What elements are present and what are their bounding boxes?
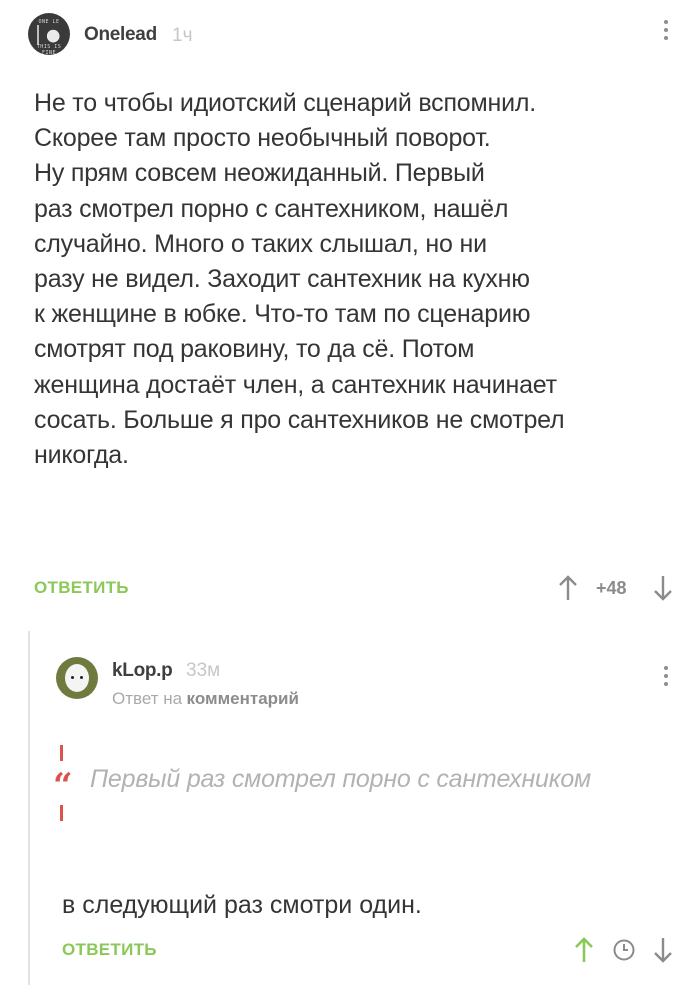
kebab-icon[interactable] bbox=[664, 20, 668, 44]
reply-body: в следующий раз смотри один. bbox=[62, 891, 422, 919]
comment-body-line: случайно. Много о таких слышал, но ни bbox=[34, 229, 487, 258]
comment-author[interactable]: Onelead bbox=[84, 24, 157, 46]
avatar-eye bbox=[71, 676, 74, 679]
comment-body-line: Ну прям совсем неожиданный. Первый bbox=[34, 159, 485, 188]
quote-mark: “ bbox=[53, 766, 73, 806]
comment-body-line: раз смотрел порно с сантехником, нашёл bbox=[34, 194, 509, 223]
reply-to-link[interactable]: комментарий bbox=[187, 689, 299, 708]
arrow-down-icon[interactable] bbox=[653, 936, 673, 964]
reply-to: Ответ на комментарий bbox=[112, 689, 299, 709]
arrow-up-icon[interactable] bbox=[574, 936, 594, 964]
avatar-figure bbox=[37, 25, 39, 45]
reply-time[interactable]: 33м bbox=[186, 660, 220, 682]
comment-body-line: смотрят под раковину, то да сё. Потом bbox=[34, 335, 475, 364]
avatar-caption-top: ONE LE bbox=[38, 19, 60, 25]
comment-body-line: женщина достаёт член, а сантехник начина… bbox=[34, 370, 557, 399]
comment-body-line: никогда. bbox=[34, 441, 129, 470]
comment-time[interactable]: 1ч bbox=[172, 25, 192, 47]
quote-bar-top bbox=[60, 745, 63, 761]
clock-icon[interactable] bbox=[612, 938, 636, 962]
avatar[interactable]: ONE LE THIS IS FINE bbox=[28, 13, 70, 55]
comment-body-line: разу не видел. Заходит сантехник на кухн… bbox=[34, 265, 530, 294]
comment-score: +48 bbox=[596, 578, 627, 598]
avatar[interactable] bbox=[56, 657, 98, 699]
avatar-caption-bottom: THIS IS FINE bbox=[36, 44, 62, 55]
avatar-eye bbox=[80, 676, 83, 679]
comment-body-line: к женщине в юбке. Что-то там по сценарию bbox=[34, 300, 531, 329]
reply-author[interactable]: kLop.p bbox=[112, 660, 173, 682]
thread-line[interactable] bbox=[28, 631, 30, 985]
comment-body-line: Не то чтобы идиотский сценарий вспомнил. bbox=[34, 89, 536, 117]
quote-bar-bottom bbox=[60, 805, 63, 821]
quote-text: Первый раз смотрел порно с сантехником bbox=[90, 765, 591, 793]
arrow-down-icon[interactable] bbox=[653, 574, 673, 602]
reply-to-prefix: Ответ на bbox=[112, 689, 183, 708]
kebab-icon[interactable] bbox=[664, 666, 668, 690]
reply-button[interactable]: ОТВЕТИТЬ bbox=[34, 578, 129, 598]
comment-body: Не то чтобы идиотский сценарий вспомнил.… bbox=[34, 86, 565, 473]
comment-body-line: сосать. Больше я про сантехников не смот… bbox=[34, 405, 565, 434]
comment-body-line: Скорее там просто необычный поворот. bbox=[34, 124, 491, 153]
reply-button[interactable]: ОТВЕТИТЬ bbox=[62, 940, 157, 960]
arrow-up-icon[interactable] bbox=[558, 574, 578, 602]
avatar-puppy bbox=[65, 664, 89, 692]
